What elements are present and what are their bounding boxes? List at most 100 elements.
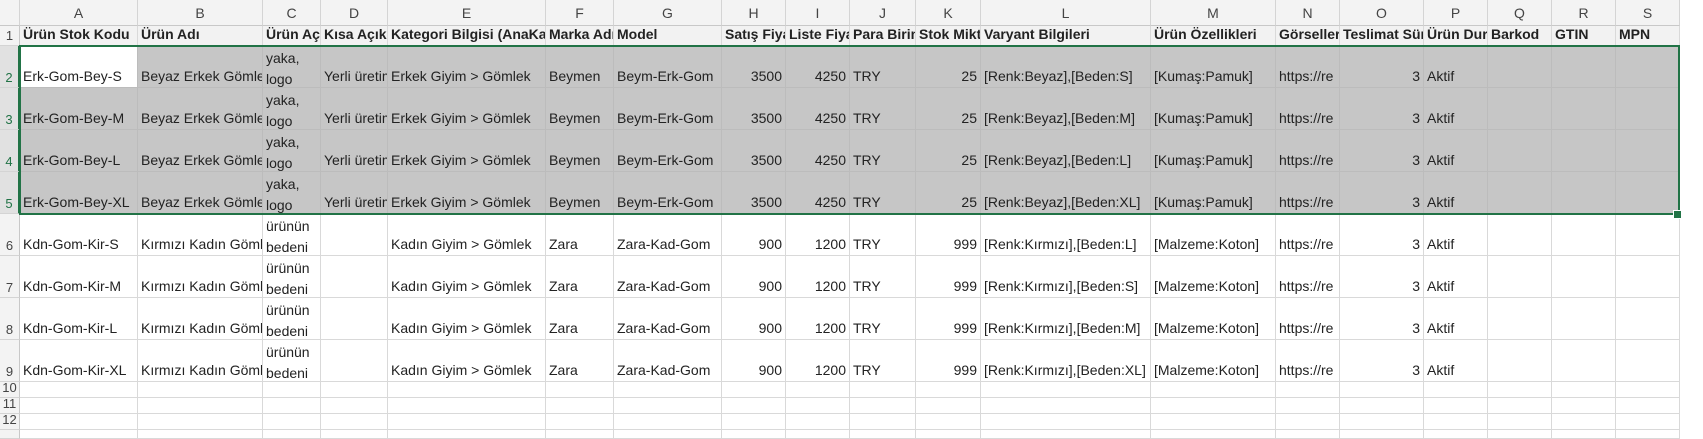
cell-n4[interactable]: https://re: [1276, 130, 1340, 172]
cell-o5[interactable]: 3: [1340, 172, 1424, 214]
cell-b4[interactable]: Beyaz Erkek Gömlek: [138, 130, 263, 172]
cell-k12[interactable]: [916, 430, 981, 439]
cell-o12[interactable]: [1340, 414, 1424, 430]
cell-p3[interactable]: Aktif: [1424, 88, 1488, 130]
cell-r2[interactable]: [1552, 46, 1616, 88]
cell-c10[interactable]: [263, 382, 321, 398]
cell-k8[interactable]: 999: [916, 298, 981, 340]
cell-i6[interactable]: 1200: [786, 214, 850, 256]
header-cell-e[interactable]: Kategori Bilgisi (AnaKategori): [388, 26, 546, 46]
cell-f6[interactable]: Zara: [546, 214, 614, 256]
cell-l12[interactable]: [981, 414, 1151, 430]
cell-c5[interactable]: yaka, logo: [263, 172, 321, 214]
column-header-r[interactable]: R: [1552, 0, 1616, 26]
cell-q6[interactable]: [1488, 214, 1552, 256]
header-cell-i[interactable]: Liste Fiyatı: [786, 26, 850, 46]
cell-m4[interactable]: [Kumaş:Pamuk]: [1151, 130, 1276, 172]
cell-c3[interactable]: yaka, logo: [263, 88, 321, 130]
cell-s2[interactable]: [1616, 46, 1680, 88]
cell-s12[interactable]: [1616, 430, 1680, 439]
cell-f4[interactable]: Beymen: [546, 130, 614, 172]
cell-i8[interactable]: 1200: [786, 298, 850, 340]
header-cell-m[interactable]: Ürün Özellikleri: [1151, 26, 1276, 46]
header-cell-g[interactable]: Model: [614, 26, 722, 46]
cell-c11[interactable]: [263, 398, 321, 414]
cell-e10[interactable]: [388, 382, 546, 398]
cell-b2[interactable]: Beyaz Erkek Gömlek: [138, 46, 263, 88]
cell-r12[interactable]: [1552, 414, 1616, 430]
cell-f9[interactable]: Zara: [546, 340, 614, 382]
cell-m8[interactable]: [Malzeme:Koton]: [1151, 298, 1276, 340]
cell-q10[interactable]: [1488, 382, 1552, 398]
cell-e9[interactable]: Kadın Giyim > Gömlek: [388, 340, 546, 382]
header-cell-o[interactable]: Teslimat Süresi: [1340, 26, 1424, 46]
cell-i4[interactable]: 4250: [786, 130, 850, 172]
cell-j11[interactable]: [850, 398, 916, 414]
cell-c6[interactable]: ürünün bedeni: [263, 214, 321, 256]
column-header-c[interactable]: C: [263, 0, 321, 26]
cell-m3[interactable]: [Kumaş:Pamuk]: [1151, 88, 1276, 130]
column-header-d[interactable]: D: [321, 0, 388, 26]
cell-k10[interactable]: [916, 382, 981, 398]
cell-q2[interactable]: [1488, 46, 1552, 88]
fill-handle[interactable]: [1673, 210, 1682, 219]
cell-l7[interactable]: [Renk:Kırmızı],[Beden:S]: [981, 256, 1151, 298]
cell-j6[interactable]: TRY: [850, 214, 916, 256]
cell-a3[interactable]: Erk-Gom-Bey-M: [20, 88, 138, 130]
cell-f12[interactable]: [546, 414, 614, 430]
cell-l8[interactable]: [Renk:Kırmızı],[Beden:M]: [981, 298, 1151, 340]
cell-b6[interactable]: Kırmızı Kadın Gömlek: [138, 214, 263, 256]
cell-a4[interactable]: Erk-Gom-Bey-L: [20, 130, 138, 172]
cell-i7[interactable]: 1200: [786, 256, 850, 298]
cell-c8[interactable]: ürünün bedeni: [263, 298, 321, 340]
cell-s4[interactable]: [1616, 130, 1680, 172]
cell-p4[interactable]: Aktif: [1424, 130, 1488, 172]
cell-b10[interactable]: [138, 382, 263, 398]
row-header-5[interactable]: 5: [0, 172, 20, 214]
cell-k11[interactable]: [916, 398, 981, 414]
cell-p12[interactable]: [1424, 414, 1488, 430]
cell-f7[interactable]: Zara: [546, 256, 614, 298]
cell-j8[interactable]: TRY: [850, 298, 916, 340]
cell-a5[interactable]: Erk-Gom-Bey-XL: [20, 172, 138, 214]
cell-h12[interactable]: [722, 414, 786, 430]
row-header-2[interactable]: 2: [0, 46, 20, 88]
cell-i3[interactable]: 4250: [786, 88, 850, 130]
cell-o6[interactable]: 3: [1340, 214, 1424, 256]
cell-b11[interactable]: [138, 398, 263, 414]
cell-c12[interactable]: [263, 414, 321, 430]
cell-b3[interactable]: Beyaz Erkek Gömlek: [138, 88, 263, 130]
cell-h11[interactable]: [722, 398, 786, 414]
cell-p10[interactable]: [1424, 382, 1488, 398]
header-cell-j[interactable]: Para Birimi: [850, 26, 916, 46]
cell-d10[interactable]: [321, 382, 388, 398]
cell-n2[interactable]: https://re: [1276, 46, 1340, 88]
row-header-1[interactable]: 1: [0, 26, 20, 46]
cell-a10[interactable]: [20, 382, 138, 398]
row-header-12[interactable]: 12: [0, 412, 20, 430]
cell-m9[interactable]: [Malzeme:Koton]: [1151, 340, 1276, 382]
cell-n12[interactable]: [1276, 414, 1340, 430]
cell-s11[interactable]: [1616, 398, 1680, 414]
cell-j3[interactable]: TRY: [850, 88, 916, 130]
cell-q4[interactable]: [1488, 130, 1552, 172]
cell-n12[interactable]: [1276, 430, 1340, 439]
cell-f2[interactable]: Beymen: [546, 46, 614, 88]
cell-n5[interactable]: https://re: [1276, 172, 1340, 214]
cell-g10[interactable]: [614, 382, 722, 398]
cell-i12[interactable]: [786, 430, 850, 439]
cell-k6[interactable]: 999: [916, 214, 981, 256]
cell-s10[interactable]: [1616, 382, 1680, 398]
cell-m11[interactable]: [1151, 398, 1276, 414]
cell-f3[interactable]: Beymen: [546, 88, 614, 130]
column-header-l[interactable]: L: [981, 0, 1151, 26]
cell-p11[interactable]: [1424, 398, 1488, 414]
column-header-i[interactable]: I: [786, 0, 850, 26]
cell-d4[interactable]: Yerli üretim: [321, 130, 388, 172]
cell-m12[interactable]: [1151, 414, 1276, 430]
cell-i11[interactable]: [786, 398, 850, 414]
cell-p6[interactable]: Aktif: [1424, 214, 1488, 256]
cell-s7[interactable]: [1616, 256, 1680, 298]
cell-k12[interactable]: [916, 414, 981, 430]
cell-l4[interactable]: [Renk:Beyaz],[Beden:L]: [981, 130, 1151, 172]
